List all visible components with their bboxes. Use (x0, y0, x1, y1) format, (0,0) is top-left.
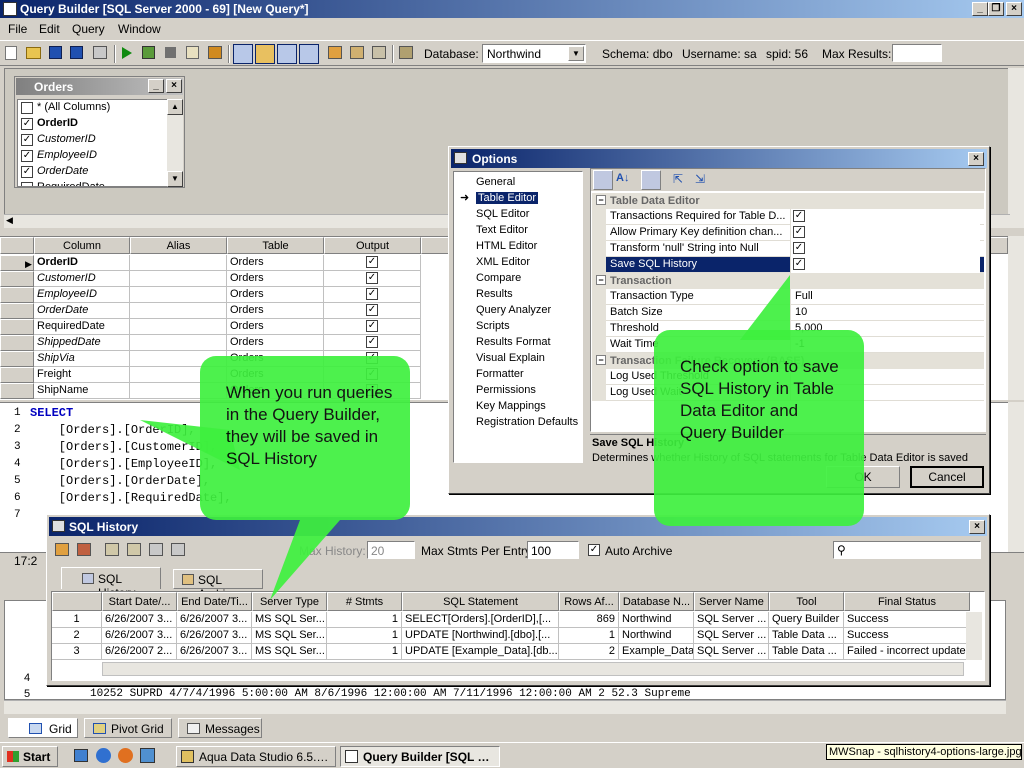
taskbar-button-ads[interactable]: Aqua Data Studio 6.5.0 [... (176, 746, 336, 767)
left-callout: When you run queries in the Query Builde… (200, 356, 410, 520)
show-desktop-icon[interactable] (74, 749, 88, 762)
tray-tooltip: MWSnap - sqlhistory4-options-large.jpg (826, 744, 1022, 760)
internet-explorer-icon[interactable] (96, 748, 111, 763)
left-callout-text: When you run queries in the Query Builde… (226, 383, 393, 468)
taskbar-button-query-builder[interactable]: Query Builder [SQL Ser... (340, 746, 500, 767)
start-label: Start (23, 750, 51, 764)
windows-logo-icon (7, 751, 19, 762)
tray-tooltip-text: MWSnap - sqlhistory4-options-large.jpg (829, 746, 1022, 758)
ads-icon (181, 750, 194, 763)
right-callout-text: Check option to save SQL History in Tabl… (680, 357, 839, 442)
query-builder-icon (345, 750, 358, 763)
firefox-icon[interactable] (118, 748, 133, 763)
left-callout-pointer-bottom (270, 520, 340, 600)
taskbar: Start Aqua Data Studio 6.5.0 [... Query … (0, 742, 1024, 768)
taskbar-button-query-builder-label: Query Builder [SQL Ser... (363, 750, 497, 764)
taskbar-button-ads-label: Aqua Data Studio 6.5.0 [... (199, 750, 333, 764)
right-callout: Check option to save SQL History in Tabl… (654, 330, 864, 526)
start-button[interactable]: Start (2, 746, 58, 767)
app-launch-icon[interactable] (140, 748, 155, 763)
callout-pointers (140, 275, 790, 600)
